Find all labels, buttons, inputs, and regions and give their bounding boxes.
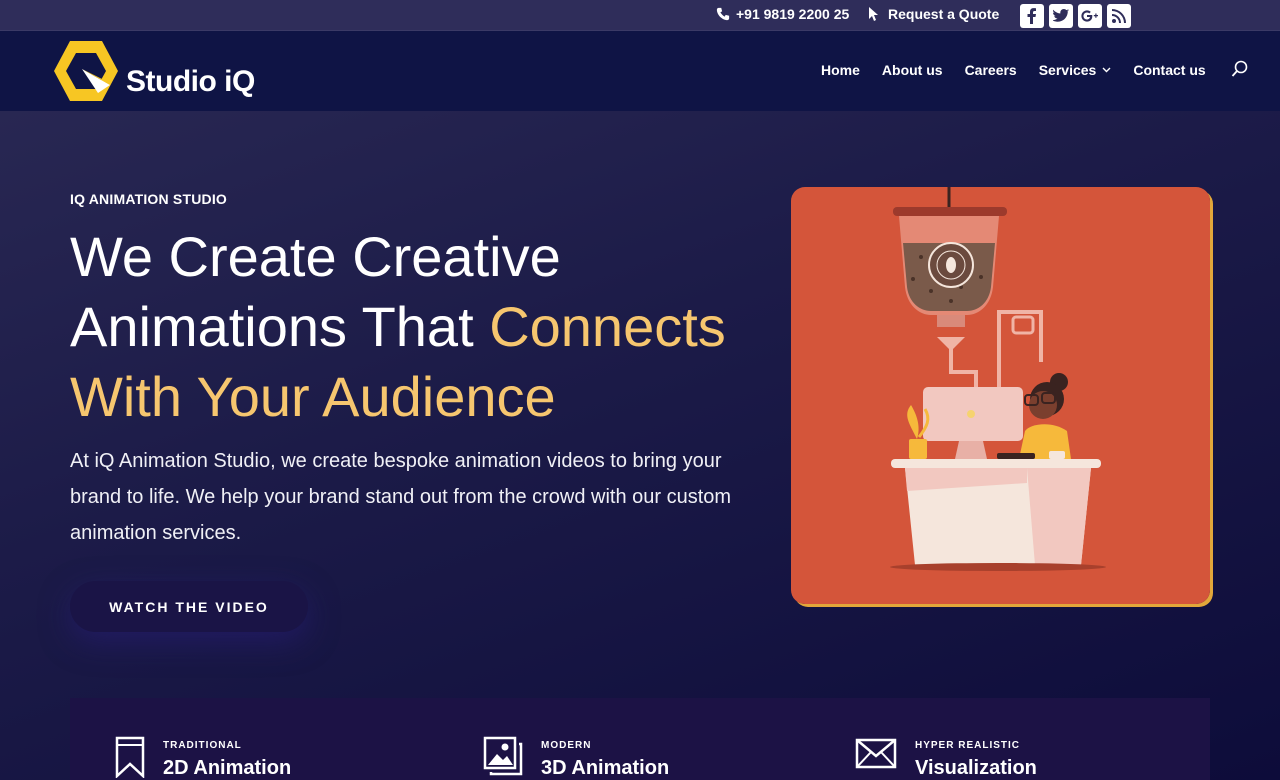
- cursor-icon: [869, 7, 878, 21]
- logo[interactable]: Studio iQ: [52, 39, 255, 103]
- headline-accent-1: Connects: [489, 295, 726, 358]
- nav-careers[interactable]: Careers: [965, 62, 1017, 78]
- rss-icon[interactable]: [1107, 4, 1131, 28]
- service-visualization[interactable]: HYPER REALISTIC Visualization: [855, 736, 1037, 780]
- service-2d-animation[interactable]: TRADITIONAL 2D Animation: [115, 736, 291, 780]
- service-kicker: HYPER REALISTIC: [915, 740, 1021, 751]
- headline-accent-2: With Your Audience: [70, 365, 556, 428]
- hero-headline: We Create Creative Animations That Conne…: [70, 222, 770, 432]
- request-quote-link[interactable]: Request a Quote: [868, 6, 999, 22]
- phone-contact[interactable]: +91 9819 2200 25: [716, 6, 849, 22]
- hero-description: At iQ Animation Studio, we create bespok…: [70, 450, 732, 544]
- service-kicker: MODERN: [541, 740, 592, 751]
- service-title: 3D Animation: [541, 757, 670, 779]
- site-header: Studio iQ Home About us Careers Services…: [0, 31, 1280, 111]
- chevron-down-icon: [1102, 67, 1111, 73]
- nav-services-label: Services: [1038, 62, 1097, 78]
- nav-home[interactable]: Home: [821, 62, 860, 78]
- nav-contact-us[interactable]: Contact us: [1133, 62, 1205, 78]
- phone-icon: [716, 7, 730, 21]
- service-3d-animation[interactable]: MODERN 3D Animation: [483, 736, 669, 780]
- hero-illustration: [791, 187, 1210, 604]
- top-bar: +91 9819 2200 25 Request a Quote: [0, 0, 1280, 31]
- hero-eyebrow: IQ ANIMATION STUDIO: [70, 191, 228, 207]
- social-links: [1020, 4, 1131, 28]
- service-kicker: TRADITIONAL: [163, 740, 242, 751]
- logo-hexagon-icon: [54, 41, 118, 101]
- headline-line-1: We Create Creative: [70, 225, 561, 288]
- twitter-icon[interactable]: [1049, 4, 1073, 28]
- nav-about-us[interactable]: About us: [882, 62, 943, 78]
- envelope-icon: [855, 738, 897, 769]
- services-strip: TRADITIONAL 2D Animation MODERN 3D Anima…: [70, 698, 1210, 780]
- headline-line-2: Animations That: [70, 295, 490, 358]
- nav-services[interactable]: Services: [1039, 62, 1112, 78]
- images-icon: [483, 736, 523, 776]
- service-title: 2D Animation: [163, 757, 292, 779]
- request-quote-label: Request a Quote: [888, 6, 1000, 22]
- logo-text: Studio iQ: [126, 65, 255, 98]
- bookmark-icon: [115, 736, 145, 778]
- google-plus-icon[interactable]: [1078, 4, 1102, 28]
- service-title: Visualization: [915, 757, 1037, 779]
- facebook-icon[interactable]: [1020, 4, 1044, 28]
- watch-video-button[interactable]: WATCH THE VIDEO: [70, 581, 308, 632]
- phone-number: +91 9819 2200 25: [736, 6, 850, 22]
- main-nav: Home About us Careers Services Contact u…: [821, 60, 1248, 78]
- search-icon[interactable]: [1231, 60, 1249, 78]
